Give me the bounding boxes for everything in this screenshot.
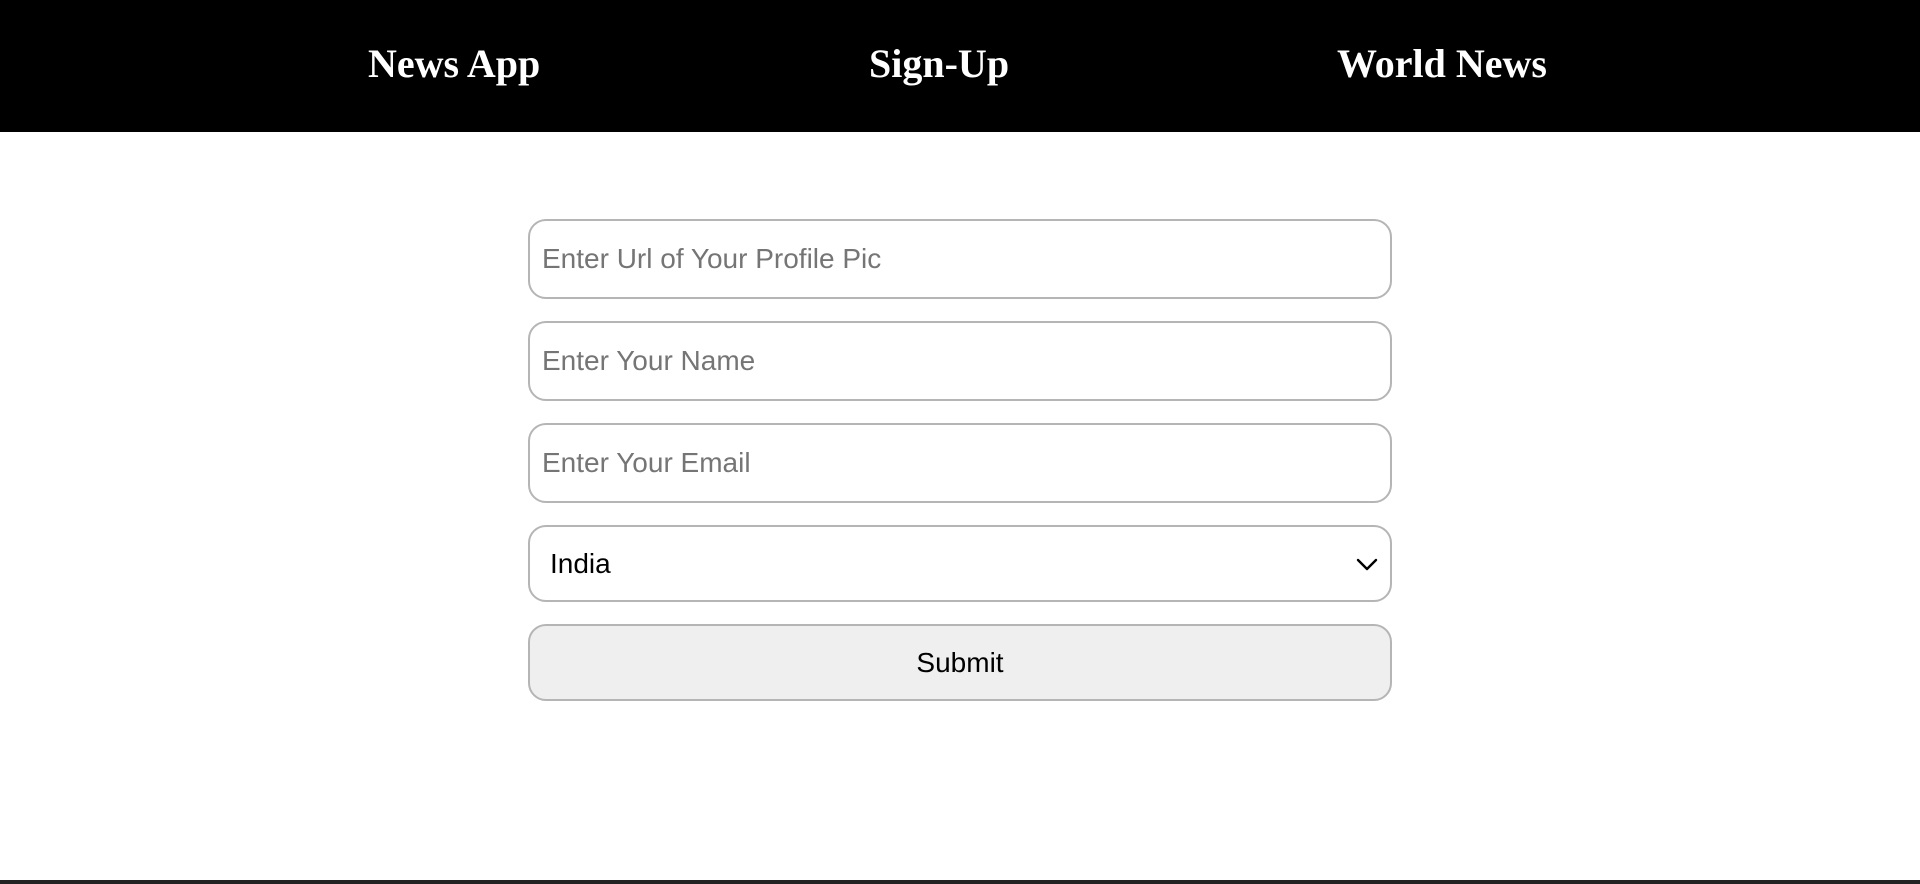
email-input[interactable] bbox=[528, 423, 1392, 503]
name-input[interactable] bbox=[528, 321, 1392, 401]
nav-link-sign-up[interactable]: Sign-Up bbox=[869, 0, 1009, 132]
nav-brand-news-app[interactable]: News App bbox=[368, 0, 540, 132]
navbar: News App Sign-Up World News bbox=[0, 0, 1920, 132]
bottom-divider bbox=[0, 880, 1920, 884]
country-select-value: India bbox=[550, 548, 611, 579]
country-select[interactable]: India bbox=[528, 525, 1392, 602]
profile-pic-url-input[interactable] bbox=[528, 219, 1392, 299]
signup-form: India Submit bbox=[528, 219, 1392, 701]
nav-link-world-news[interactable]: World News bbox=[1337, 0, 1547, 132]
submit-button[interactable]: Submit bbox=[528, 624, 1392, 701]
chevron-down-icon bbox=[1356, 558, 1378, 571]
